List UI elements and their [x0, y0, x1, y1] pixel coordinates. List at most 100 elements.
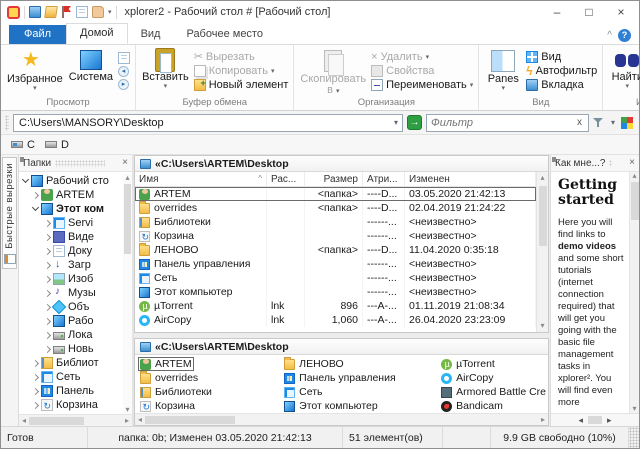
filter-funnel-icon[interactable]: [593, 117, 605, 128]
tab-home[interactable]: Домой: [66, 23, 128, 44]
tree-item-desktop-folder[interactable]: Рабо: [19, 314, 132, 328]
column-header-modified[interactable]: Изменен: [405, 172, 536, 186]
scroll-right-icon[interactable]: ▸: [538, 416, 548, 424]
grid-item[interactable]: ЛЕНОВО: [282, 357, 345, 371]
column-header-name[interactable]: Имя^: [135, 172, 267, 186]
system-button[interactable]: Система: [66, 46, 116, 96]
expander-icon[interactable]: [44, 275, 51, 282]
expander-icon[interactable]: [32, 373, 39, 380]
tab-button[interactable]: Вкладка: [526, 79, 597, 91]
tree-item-videos[interactable]: Виде: [19, 230, 132, 244]
flag-icon[interactable]: [61, 6, 72, 18]
tree-item-this-pc[interactable]: Этот ком: [19, 202, 132, 216]
copy-to-button[interactable]: Скопировать в ▾: [297, 46, 369, 96]
collapse-ribbon-icon[interactable]: ^: [607, 31, 612, 41]
expander-icon[interactable]: [44, 303, 51, 310]
favorites-button[interactable]: ★ Избранное ▾: [4, 46, 66, 96]
file-row[interactable]: Корзина------...<неизвестно>: [135, 229, 536, 243]
scroll-right-icon[interactable]: ▸: [604, 416, 615, 425]
pin-icon[interactable]: [109, 158, 119, 168]
tree-item-libraries[interactable]: Библиот: [19, 356, 132, 370]
tree-item-downloads[interactable]: Загр: [19, 258, 132, 272]
refresh-document-icon[interactable]: [76, 6, 88, 18]
help-icon[interactable]: ?: [618, 29, 631, 42]
file-row[interactable]: overrides<папка>----D...02.04.2019 21:24…: [135, 201, 536, 215]
grid-item[interactable]: Библиотеки: [138, 385, 214, 399]
file-list-vertical-scrollbar[interactable]: ▴ ▾: [536, 172, 548, 332]
scroll-down-icon[interactable]: ▾: [540, 320, 544, 332]
tree-item-3d-objects[interactable]: Объ: [19, 300, 132, 314]
help-vertical-scrollbar[interactable]: ▴ ▾: [629, 172, 639, 413]
header-grip[interactable]: [55, 160, 105, 167]
tree-horizontal-scrollbar[interactable]: ◂ ▸: [19, 414, 132, 426]
view-button[interactable]: Вид: [526, 51, 597, 63]
grid-item[interactable]: Этот компьютер: [282, 399, 380, 413]
file-row[interactable]: Сеть------...<неизвестно>: [135, 271, 536, 285]
delete-button[interactable]: × Удалить ▾: [371, 51, 473, 63]
grid-item[interactable]: AirCopy: [439, 371, 495, 385]
expander-icon[interactable]: [32, 401, 39, 408]
rename-button[interactable]: Переименовать ▾: [371, 79, 473, 91]
expander-icon[interactable]: [32, 359, 39, 366]
grid-item[interactable]: overrides: [138, 371, 200, 385]
file-row[interactable]: Панель управления------...<неизвестно>: [135, 257, 536, 271]
detail-pane-tab[interactable]: «C:\Users\ARTEM\Desktop: [135, 156, 548, 172]
file-row[interactable]: AirCopylnk1,060---A-...26.04.2020 23:23:…: [135, 313, 536, 327]
properties-button[interactable]: Свойства: [371, 65, 473, 77]
tree-item-desktop[interactable]: Рабочий сто: [19, 174, 132, 188]
grid-item[interactable]: Bandicam: [439, 399, 505, 413]
expander-icon[interactable]: [44, 233, 51, 240]
scroll-left-icon[interactable]: ◂: [135, 416, 145, 424]
drive-tab-c[interactable]: C: [11, 139, 35, 151]
scroll-left-icon[interactable]: ◂: [575, 416, 586, 425]
grid-item[interactable]: ARTEM: [138, 357, 194, 371]
quick-clips-tab[interactable]: Быстрые вырезки: [2, 157, 17, 269]
expander-icon[interactable]: [32, 191, 39, 198]
help-horizontal-scrollbar[interactable]: ◂ ▸: [551, 413, 639, 426]
toolbar-grip[interactable]: [5, 115, 9, 131]
scrollbar-thumb[interactable]: [29, 417, 84, 425]
scroll-left-icon[interactable]: ◂: [19, 417, 29, 425]
expander-icon[interactable]: [44, 219, 51, 226]
panes-button[interactable]: Panes ▾: [482, 46, 524, 96]
close-panel-icon[interactable]: ×: [122, 158, 128, 168]
copy-button[interactable]: Копировать ▾: [194, 65, 289, 77]
drive-tab-d[interactable]: D: [45, 139, 69, 151]
address-dropdown-icon[interactable]: ▾: [392, 119, 400, 127]
pin-icon[interactable]: [616, 158, 626, 168]
tree-item-documents[interactable]: Доку: [19, 244, 132, 258]
icon-pane-horizontal-scrollbar[interactable]: ◂ ▸: [135, 413, 548, 425]
autofilter-button[interactable]: ϟ Автофильтр: [526, 65, 597, 77]
back-icon[interactable]: ◂: [118, 66, 129, 77]
tree-item-pictures[interactable]: Изоб: [19, 272, 132, 286]
expander-icon[interactable]: [44, 289, 51, 296]
address-path[interactable]: C:\Users\MANSORY\Desktop: [19, 117, 388, 129]
grid-item[interactable]: µTorrent: [439, 357, 497, 371]
address-combo[interactable]: C:\Users\MANSORY\Desktop ▾: [13, 114, 403, 132]
grid-item[interactable]: Сеть: [282, 385, 324, 399]
maximize-icon[interactable]: □: [573, 2, 605, 23]
file-row[interactable]: Библиотеки------...<неизвестно>: [135, 215, 536, 229]
color-grid-icon[interactable]: [621, 117, 633, 129]
go-button[interactable]: →: [407, 115, 422, 130]
grid-item[interactable]: Панель управления: [282, 371, 397, 385]
file-row[interactable]: µTorrentlnk896---A-...01.11.2019 21:08:3…: [135, 299, 536, 313]
scroll-up-icon[interactable]: ▴: [123, 174, 133, 182]
scroll-down-icon[interactable]: ▾: [123, 406, 133, 414]
column-header-ext[interactable]: Рас...: [267, 172, 305, 186]
file-row[interactable]: ARTEM<папка>----D...03.05.2020 21:42:13: [135, 187, 536, 201]
expander-icon[interactable]: [44, 247, 51, 254]
header-grip[interactable]: [609, 160, 612, 167]
grid-item[interactable]: Корзина: [138, 399, 197, 413]
expander-icon[interactable]: [32, 387, 39, 394]
tab-view[interactable]: Вид: [128, 25, 174, 44]
expander-icon[interactable]: [44, 331, 51, 338]
app-icon[interactable]: [7, 6, 20, 19]
qat-dropdown-icon[interactable]: ▾: [108, 9, 112, 16]
tree-item-local-disk[interactable]: Лока: [19, 328, 132, 342]
scroll-down-icon[interactable]: ▾: [630, 405, 640, 413]
tree-item-artem[interactable]: ARTEM: [19, 188, 132, 202]
minimize-icon[interactable]: –: [541, 2, 573, 23]
find-button[interactable]: Найти ▾: [606, 46, 640, 96]
scrollbar-thumb[interactable]: [124, 184, 131, 254]
